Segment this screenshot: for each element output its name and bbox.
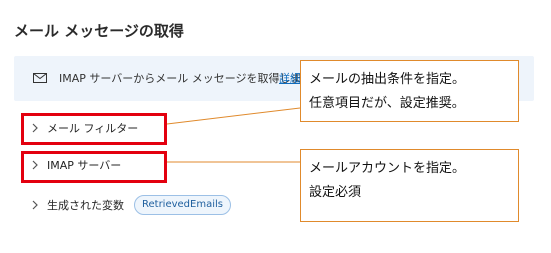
highlight-box-mail-filter (21, 113, 167, 145)
callout-imap-server-line1: メールアカウントを指定。 (309, 161, 466, 176)
section-generated-variables-label: 生成された変数 (47, 199, 124, 212)
mail-icon (33, 73, 47, 83)
callout-mail-filter-line1: メールの抽出条件を指定。 (309, 72, 466, 87)
page-title: メール メッセージの取得 (14, 22, 184, 40)
info-banner-text: IMAP サーバーからメール メッセージを取得します (59, 72, 313, 85)
callout-mail-filter: メールの抽出条件を指定。 任意項目だが、設定推奨。 (300, 60, 519, 122)
chevron-right-icon (32, 200, 38, 210)
highlight-box-imap-server (21, 151, 167, 183)
section-generated-variables[interactable]: 生成された変数 RetrievedEmails (30, 195, 231, 215)
variable-chip[interactable]: RetrievedEmails (134, 195, 231, 215)
callout-imap-server-line2: 設定必須 (309, 185, 362, 200)
leader-line-mail-filter (166, 107, 301, 125)
callout-imap-server: メールアカウントを指定。 設定必須 (300, 149, 519, 222)
callout-mail-filter-line2: 任意項目だが、設定推奨。 (309, 96, 465, 111)
